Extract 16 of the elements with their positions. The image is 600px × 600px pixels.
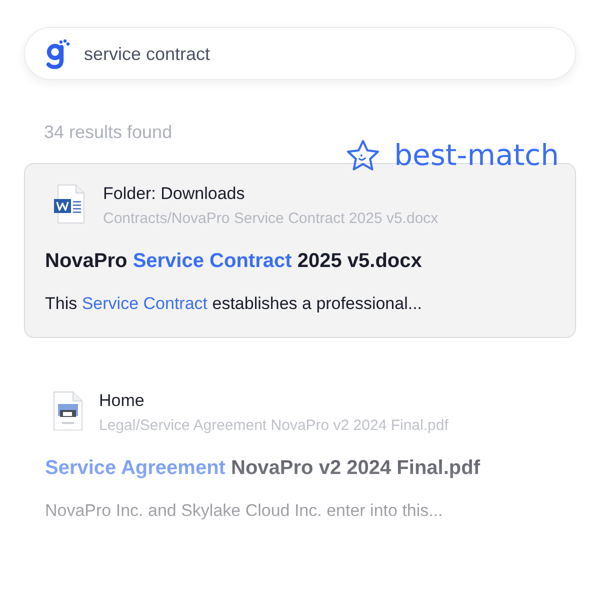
- result-snippet: NovaPro Inc. and Skylake Cloud Inc. enter into this...: [45, 500, 444, 522]
- result-location: Folder: Downloads: [103, 184, 246, 204]
- pdf-document-icon: [53, 391, 83, 431]
- result-title: Service Agreement NovaPro v2 2024 Final.pdf: [45, 456, 482, 480]
- results-count: 34 results found: [43, 121, 174, 143]
- star-icon: [347, 140, 380, 170]
- word-document-icon: [53, 184, 87, 224]
- result-location: Home: [99, 391, 146, 411]
- search-bar[interactable]: service contract: [24, 27, 576, 80]
- search-field[interactable]: service contract: [84, 42, 555, 66]
- result-title: NovaPro Service Contract 2025 v5.docx: [45, 249, 423, 273]
- result-snippet: This Service Contract establishes a professional...: [45, 293, 424, 315]
- result-item[interactable]: Home Legal/Service Agreement NovaPro v2 2024 Final.pdf Service Agreement NovaPro v2 2024 Final.pdf NovaPro Inc. and Skylake Cloud Inc. enter into this...: [24, 370, 576, 545]
- logo-icon: [46, 38, 70, 68]
- result-path: Legal/Service Agreement NovaPro v2 2024 Final.pdf: [99, 417, 448, 435]
- result-path: Contracts/NovaPro Service Contract 2025 v5.docx: [103, 210, 438, 228]
